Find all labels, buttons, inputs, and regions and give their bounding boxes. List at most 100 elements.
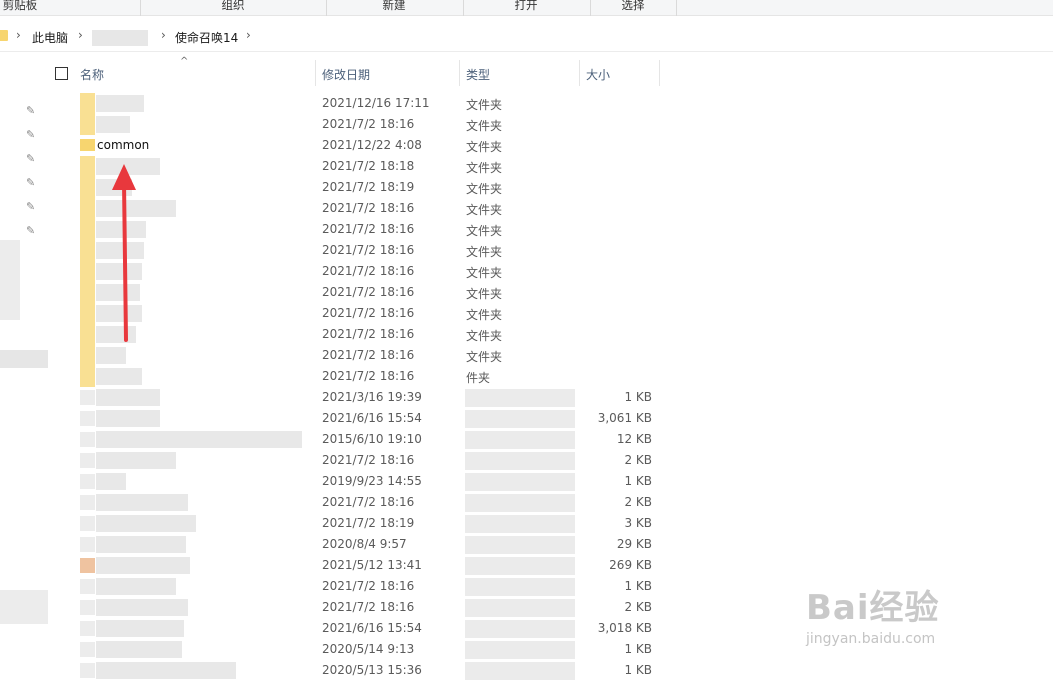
folder-icon (80, 114, 95, 135)
redacted-file-name (96, 662, 236, 679)
redacted-file-type (465, 536, 575, 554)
folder-row[interactable]: 2021/7/2 18:16 文件夹 (0, 219, 1053, 240)
breadcrumb-this-pc[interactable]: 此电脑 (32, 29, 68, 46)
folder-row[interactable]: 2021/7/2 18:16 文件夹 (0, 303, 1053, 324)
file-modified-date: 2021/12/22 4:08 (322, 138, 422, 152)
file-type: 件夹 (466, 371, 491, 385)
column-header: ^ 名称 修改日期 类型 大小 (0, 56, 1053, 86)
file-modified-date: 2021/7/2 18:16 (322, 243, 415, 257)
folder-row[interactable]: 2021/7/2 18:16 文件夹 (0, 282, 1053, 303)
file-modified-date: 2021/7/2 18:16 (322, 327, 415, 341)
folder-row[interactable]: 2021/7/2 18:16 文件夹 (0, 114, 1053, 135)
redacted-breadcrumb (92, 30, 148, 46)
chevron-right-icon[interactable]: › (78, 28, 83, 42)
ribbon-group-labels: 剪贴板 组织 新建 打开 选择 (0, 0, 1053, 16)
column-type[interactable]: 类型 (466, 66, 490, 83)
file-row[interactable]: 2021/7/2 18:16 2 KB (0, 450, 1053, 471)
file-modified-date: 2021/7/2 18:16 (322, 285, 415, 299)
column-size[interactable]: 大小 (586, 66, 610, 83)
file-row[interactable]: 2019/9/23 14:55 1 KB (0, 471, 1053, 492)
redacted-file-type (465, 389, 575, 407)
file-icon (80, 432, 95, 447)
chevron-right-icon[interactable]: › (161, 28, 166, 42)
file-modified-date: 2021/7/2 18:16 (322, 369, 415, 383)
select-all-checkbox[interactable] (55, 67, 68, 80)
redacted-file-name (96, 578, 176, 595)
address-bar[interactable]: › 此电脑 › › 使命召唤14 › (0, 22, 1053, 52)
redacted-file-name (96, 620, 184, 637)
file-modified-date: 2021/7/2 18:16 (322, 306, 415, 320)
breadcrumb-game-folder[interactable]: 使命召唤14 (175, 29, 238, 46)
file-row[interactable]: 2015/6/10 19:10 12 KB (0, 429, 1053, 450)
chevron-right-icon[interactable]: › (16, 28, 21, 42)
folder-icon (80, 177, 95, 198)
folder-row[interactable]: 2021/7/2 18:19 文件夹 (0, 177, 1053, 198)
folder-icon (0, 30, 8, 41)
folder-icon (80, 240, 95, 261)
file-name[interactable]: common (97, 138, 149, 152)
folder-row[interactable]: 2021/7/2 18:16 文件夹 (0, 324, 1053, 345)
file-modified-date: 2021/7/2 18:16 (322, 579, 415, 593)
watermark-url: jingyan.baidu.com (806, 631, 936, 647)
file-icon (80, 537, 95, 552)
file-icon (80, 579, 95, 594)
file-size: 1 KB (624, 579, 652, 593)
file-row[interactable]: 2021/7/2 18:19 3 KB (0, 513, 1053, 534)
file-modified-date: 2021/6/16 15:54 (322, 621, 422, 635)
file-icon (80, 453, 95, 468)
file-type: 文件夹 (466, 245, 503, 259)
folder-row[interactable]: common 2021/12/22 4:08 文件夹 (0, 135, 1053, 156)
folder-row[interactable]: 2021/12/16 17:11 文件夹 (0, 93, 1053, 114)
column-divider[interactable] (459, 60, 460, 86)
folder-icon (80, 93, 95, 114)
folder-row[interactable]: 2021/7/2 18:18 文件夹 (0, 156, 1053, 177)
file-modified-date: 2021/3/16 19:39 (322, 390, 422, 404)
ribbon-group-select: 选择 (621, 0, 645, 12)
column-divider[interactable] (659, 60, 660, 86)
file-row[interactable]: 2020/8/4 9:57 29 KB (0, 534, 1053, 555)
redacted-file-type (465, 599, 575, 617)
watermark-brand: Bai经验 (806, 588, 940, 628)
file-icon (80, 495, 95, 510)
file-icon (80, 642, 95, 657)
redacted-file-name (96, 410, 160, 427)
ribbon-group-organize: 组织 (221, 0, 245, 12)
file-modified-date: 2021/7/2 18:16 (322, 495, 415, 509)
file-row[interactable]: 2021/7/2 18:16 2 KB (0, 492, 1053, 513)
redacted-file-name (96, 452, 176, 469)
folder-icon (80, 198, 95, 219)
redacted-file-name (96, 536, 186, 553)
file-type: 文件夹 (466, 98, 503, 112)
folder-row[interactable]: 2021/7/2 18:16 文件夹 (0, 261, 1053, 282)
redacted-file-name (96, 389, 160, 406)
ribbon-group-clipboard: 剪贴板 (2, 0, 38, 12)
column-modified[interactable]: 修改日期 (322, 66, 370, 83)
file-modified-date: 2021/7/2 18:16 (322, 264, 415, 278)
redacted-file-type (465, 662, 575, 680)
file-type: 文件夹 (466, 140, 503, 154)
file-modified-date: 2020/5/13 15:36 (322, 663, 422, 677)
folder-icon (80, 345, 95, 366)
column-name[interactable]: 名称 (80, 66, 104, 83)
folder-row[interactable]: 2021/7/2 18:16 件夹 (0, 366, 1053, 387)
column-divider[interactable] (579, 60, 580, 86)
column-divider[interactable] (315, 60, 316, 86)
redacted-file-name (96, 431, 302, 448)
file-row[interactable]: 2021/3/16 19:39 1 KB (0, 387, 1053, 408)
file-type: 文件夹 (466, 266, 503, 280)
folder-row[interactable]: 2021/7/2 18:16 文件夹 (0, 240, 1053, 261)
file-icon (80, 558, 95, 573)
file-type: 文件夹 (466, 224, 503, 238)
file-size: 1 KB (624, 642, 652, 656)
ribbon-separator (676, 0, 677, 16)
file-size: 2 KB (624, 495, 652, 509)
chevron-right-icon[interactable]: › (246, 28, 251, 42)
file-type: 文件夹 (466, 329, 503, 343)
file-row[interactable]: 2021/6/16 15:54 3,061 KB (0, 408, 1053, 429)
file-modified-date: 2021/7/2 18:16 (322, 453, 415, 467)
file-row[interactable]: 2020/5/13 15:36 1 KB (0, 660, 1053, 681)
folder-row[interactable]: 2021/7/2 18:16 文件夹 (0, 198, 1053, 219)
folder-row[interactable]: 2021/7/2 18:16 文件夹 (0, 345, 1053, 366)
file-modified-date: 2021/5/12 13:41 (322, 558, 422, 572)
file-row[interactable]: 2021/5/12 13:41 269 KB (0, 555, 1053, 576)
